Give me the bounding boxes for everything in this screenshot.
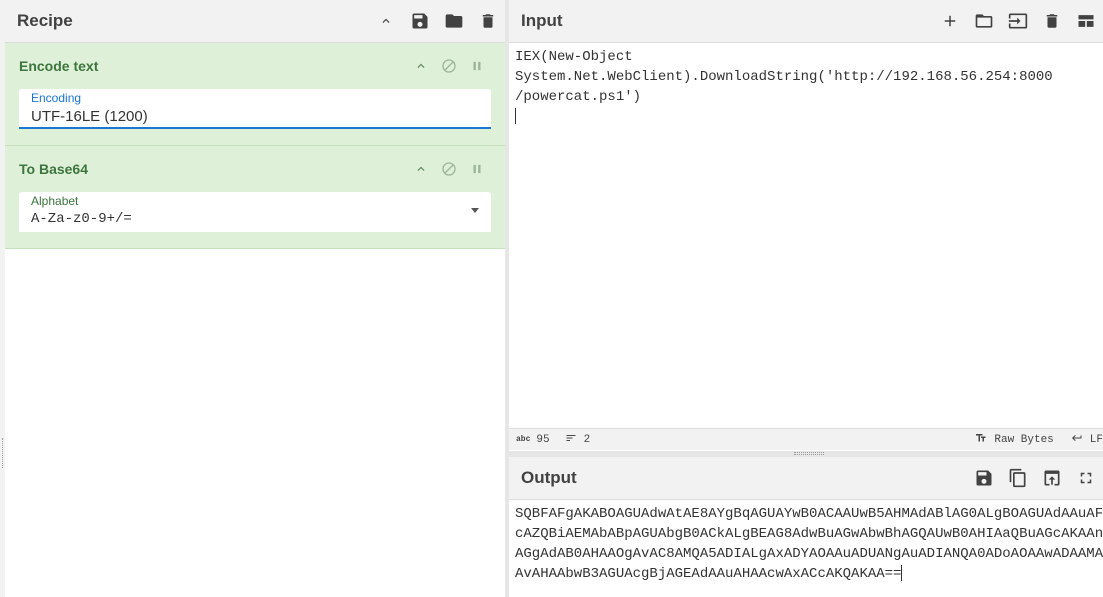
save-recipe-icon[interactable] — [403, 4, 437, 38]
output-textarea[interactable]: SQBFAFgAKABOAGUAdwAtAE8AYgBqAGUAYwB0ACAA… — [509, 500, 1103, 588]
encoding-field[interactable]: Encoding UTF-16LE (1200) — [19, 89, 491, 129]
line-count-item: 2 — [550, 432, 591, 448]
encoding-value[interactable]: UTF-16LE (1200) — [31, 108, 148, 125]
char-count-item: abc 95 — [509, 434, 550, 446]
dropdown-arrow-icon[interactable] — [471, 208, 479, 213]
alphabet-value[interactable]: A-Za-z0-9+/= — [31, 211, 132, 227]
save-output-icon[interactable] — [967, 461, 1001, 495]
output-title: Output — [521, 468, 577, 487]
collapse-all-icon[interactable] — [369, 4, 403, 38]
input-header: Input — [509, 0, 1103, 43]
operation-title: To Base64 — [19, 161, 88, 177]
raw-bytes-label[interactable]: Raw Bytes — [994, 434, 1053, 446]
recipe-title: Recipe — [17, 11, 73, 30]
operation-title: Encode text — [19, 58, 99, 74]
output-panel: Output SQBFAFgAKABOAGUAdwAtAE8AYgBqAGUAY… — [509, 457, 1103, 597]
input-title: Input — [521, 11, 563, 30]
add-tab-icon[interactable] — [933, 4, 967, 38]
copy-icon[interactable] — [1001, 461, 1035, 495]
input-panel: Input IEX(New-Object System.Net.WebClien… — [509, 0, 1103, 451]
output-text: SQBFAFgAKABOAGUAdwAtAE8AYgBqAGUAYwB0ACAA… — [515, 506, 1103, 582]
output-cursor — [901, 565, 903, 582]
encoding-label: Encoding — [31, 91, 82, 105]
chevron-up-icon[interactable] — [407, 155, 435, 183]
operation-encode-text[interactable]: Encode text Encoding UTF-16LE (1200) — [5, 43, 505, 146]
char-count: 95 — [536, 433, 550, 446]
recipe-header: Recipe — [5, 0, 505, 43]
abc-icon: abc — [516, 435, 531, 444]
chevron-up-icon[interactable] — [407, 52, 435, 80]
eol-label[interactable]: LF — [1090, 434, 1103, 446]
load-recipe-icon[interactable] — [437, 4, 471, 38]
disable-icon[interactable] — [435, 52, 463, 80]
cyberchef-app: Recipe Encode text Encoding UTF-16LE (12… — [0, 0, 1103, 597]
pause-icon[interactable] — [463, 155, 491, 183]
resize-grip[interactable] — [794, 452, 824, 455]
open-folder-icon[interactable] — [967, 4, 1001, 38]
lines-icon — [564, 432, 578, 448]
alphabet-field[interactable]: Alphabet A-Za-z0-9+/= — [19, 192, 491, 232]
left-resize-grip[interactable] — [2, 438, 3, 468]
open-file-input-icon[interactable] — [1001, 4, 1035, 38]
status-right: Raw Bytes LF — [967, 432, 1103, 448]
layout-icon[interactable] — [1069, 4, 1103, 38]
return-icon[interactable] — [1070, 432, 1084, 448]
input-status-bar: abc 95 2 Raw Bytes LF — [509, 428, 1103, 450]
pause-icon[interactable] — [463, 52, 491, 80]
input-textarea[interactable]: IEX(New-Object System.Net.WebClient).Dow… — [509, 43, 1103, 131]
clear-recipe-icon[interactable] — [471, 4, 505, 38]
input-text: IEX(New-Object System.Net.WebClient).Dow… — [515, 49, 1053, 105]
delete-icon[interactable] — [1035, 4, 1069, 38]
recipe-panel: Recipe Encode text Encoding UTF-16LE (12… — [5, 0, 505, 597]
output-header: Output — [509, 457, 1103, 500]
text-format-icon[interactable] — [974, 432, 988, 448]
text-cursor — [515, 108, 516, 125]
alphabet-label: Alphabet — [31, 194, 79, 208]
operation-to-base64[interactable]: To Base64 Alphabet A-Za-z0-9+/= — [5, 146, 505, 249]
line-count: 2 — [583, 433, 591, 446]
disable-icon[interactable] — [435, 155, 463, 183]
replace-input-icon[interactable] — [1035, 461, 1069, 495]
maximize-icon[interactable] — [1069, 461, 1103, 495]
